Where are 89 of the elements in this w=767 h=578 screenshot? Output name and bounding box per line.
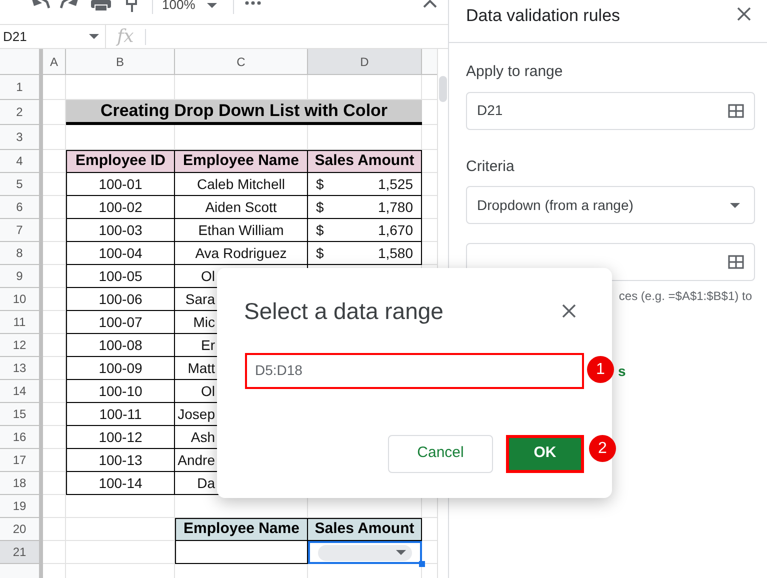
table-cell: 100-04 xyxy=(66,242,175,265)
row-header[interactable]: 15 xyxy=(0,403,43,426)
table-cell: Caleb Mitchell xyxy=(175,173,308,196)
row-header[interactable]: 5 xyxy=(0,173,43,196)
fx-label: fx xyxy=(117,25,134,49)
row-header[interactable]: 20 xyxy=(0,518,43,541)
grid-icon[interactable] xyxy=(728,104,744,118)
range-field[interactable]: D21 xyxy=(466,92,755,130)
row-header[interactable]: 3 xyxy=(0,125,43,150)
fill-handle[interactable] xyxy=(419,561,425,567)
table-cell: 100-10 xyxy=(66,380,175,403)
column-heading: Employee ID xyxy=(66,150,175,173)
table-cell: 100-06 xyxy=(66,288,175,311)
row-header[interactable]: 2 xyxy=(0,100,43,125)
selected-cell[interactable] xyxy=(308,541,422,564)
table-cell: 100-14 xyxy=(66,472,175,495)
table-cell: 100-01 xyxy=(66,173,175,196)
chevron-up-icon[interactable] xyxy=(423,0,437,8)
row-header[interactable]: 14 xyxy=(0,380,43,403)
scrollbar-thumb[interactable] xyxy=(439,76,447,102)
step-badge: 2 xyxy=(589,435,616,462)
table-cell: 100-13 xyxy=(66,449,175,472)
field-label: Apply to range xyxy=(466,62,564,82)
amount-value: 1,580 xyxy=(378,244,413,262)
table-cell: 100-02 xyxy=(66,196,175,219)
column-heading: Sales Amount xyxy=(308,518,422,541)
link-text[interactable]: s xyxy=(618,363,626,379)
sheet-title: Creating Drop Down List with Color xyxy=(66,100,422,125)
range-input[interactable]: D5:D18 xyxy=(245,352,584,388)
empty-cell xyxy=(43,75,66,100)
table-cell[interactable] xyxy=(175,541,308,564)
field-label: Criteria xyxy=(466,156,516,176)
criteria-dropdown[interactable]: Dropdown (from a range) xyxy=(466,186,755,224)
row-header[interactable]: 18 xyxy=(0,472,43,495)
column-heading: Employee Name xyxy=(175,150,308,173)
amount-value: 1,670 xyxy=(378,220,413,240)
row-header[interactable]: 4 xyxy=(0,150,43,173)
row-header[interactable]: 10 xyxy=(0,288,43,311)
hint-text: ces (e.g. =$A$1:$B$1) to xyxy=(618,288,752,305)
row-header[interactable]: 6 xyxy=(0,196,43,219)
caret-icon xyxy=(730,202,740,208)
table-cell: Ava Rodriguez xyxy=(175,242,308,265)
name-box[interactable]: D21 xyxy=(0,25,106,48)
row-header[interactable]: 7 xyxy=(0,219,43,242)
step-badge: 1 xyxy=(587,356,614,383)
row-header[interactable]: 21 xyxy=(0,541,43,564)
cancel-button[interactable]: Cancel xyxy=(388,434,493,472)
row-header[interactable]: 12 xyxy=(0,334,43,357)
amount-value: 1,525 xyxy=(378,174,413,194)
row-header[interactable]: 9 xyxy=(0,265,43,288)
row-header[interactable]: 17 xyxy=(0,449,43,472)
table-cell: 100-05 xyxy=(66,265,175,288)
grid-icon[interactable] xyxy=(728,255,744,269)
printer-icon[interactable] xyxy=(91,0,111,12)
empty-cell xyxy=(43,125,66,150)
paint-format-icon[interactable] xyxy=(126,0,140,12)
table-cell: 100-11 xyxy=(66,403,175,426)
column-header[interactable]: D xyxy=(308,49,422,74)
ok-button[interactable]: OK xyxy=(506,434,584,472)
table-cell: 100-12 xyxy=(66,426,175,449)
zoom-dropdown[interactable]: 100% xyxy=(162,0,218,12)
column-header[interactable]: A xyxy=(43,49,66,74)
currency-symbol: $ xyxy=(316,198,324,216)
table-cell: 100-08 xyxy=(66,334,175,357)
table-cell: 100-09 xyxy=(66,357,175,380)
column-heading: Sales Amount xyxy=(308,150,422,173)
close-icon[interactable] xyxy=(737,7,751,21)
row-header[interactable]: 13 xyxy=(0,357,43,380)
close-icon[interactable] xyxy=(562,304,576,318)
table-cell: 100-07 xyxy=(66,311,175,334)
column-heading: Employee Name xyxy=(175,518,308,541)
more-icon[interactable] xyxy=(245,1,261,5)
table-cell: Aiden Scott xyxy=(175,196,308,219)
row-header[interactable]: 19 xyxy=(0,495,43,518)
caret-icon xyxy=(207,2,218,8)
amount-value: 1,780 xyxy=(378,198,413,216)
column-header[interactable]: B xyxy=(66,49,175,74)
currency-symbol: $ xyxy=(316,244,324,262)
table-cell: Ethan William xyxy=(175,219,308,242)
caret-icon xyxy=(396,550,406,555)
currency-symbol: $ xyxy=(316,220,324,240)
table-cell: 100-03 xyxy=(66,219,175,242)
row-header[interactable]: 8 xyxy=(0,242,43,265)
caret-icon xyxy=(89,34,99,39)
row-header[interactable]: 16 xyxy=(0,426,43,449)
panel-title: Data validation rules xyxy=(466,5,620,27)
currency-symbol: $ xyxy=(316,174,324,194)
row-header[interactable]: 1 xyxy=(0,75,43,100)
row-header[interactable]: 11 xyxy=(0,311,43,334)
